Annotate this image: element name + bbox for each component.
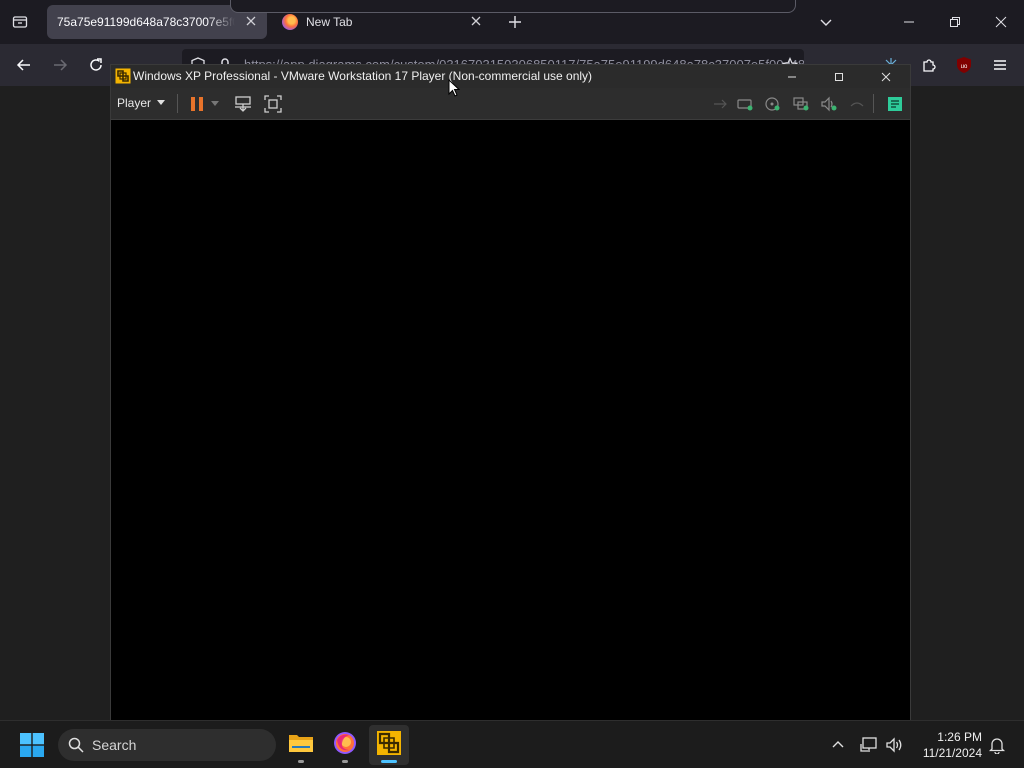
tab-list-icon[interactable] — [8, 10, 32, 34]
running-indicator — [381, 760, 397, 763]
volume-icon[interactable] — [882, 733, 906, 757]
taskbar-firefox[interactable] — [325, 725, 365, 765]
vmware-toolbar: Player — [111, 88, 910, 120]
minimize-icon[interactable] — [886, 0, 932, 44]
svg-text:uo: uo — [961, 64, 968, 70]
search-icon — [68, 737, 84, 753]
windows-taskbar: Search 1:26 PM 11/21/2024 — [0, 720, 1024, 768]
ublock-origin-icon[interactable]: uo — [952, 53, 976, 77]
notification-pill — [230, 0, 796, 13]
player-menu[interactable]: Player — [117, 96, 166, 110]
new-tab-button[interactable] — [503, 10, 527, 34]
message-log-icon[interactable] — [884, 93, 906, 115]
chevron-down-icon[interactable] — [814, 10, 838, 34]
forward-arrow-icon[interactable] — [48, 53, 72, 77]
running-indicator — [298, 760, 304, 763]
full-screen-icon[interactable] — [262, 93, 284, 115]
notification-bell-icon[interactable] — [985, 733, 1009, 757]
close-icon[interactable] — [978, 0, 1024, 44]
close-tab-icon[interactable] — [243, 13, 259, 29]
send-ctrl-alt-del-icon[interactable] — [232, 93, 254, 115]
taskbar-clock[interactable]: 1:26 PM 11/21/2024 — [910, 729, 982, 761]
vmware-logo-icon — [376, 730, 402, 761]
vmware-title-bar[interactable]: Windows XP Professional - VMware Worksta… — [111, 65, 910, 88]
chevron-up-icon[interactable] — [826, 733, 850, 757]
mouse-cursor-icon — [448, 78, 461, 102]
taskbar-vmware-player[interactable] — [369, 725, 409, 765]
vm-display[interactable] — [111, 120, 910, 720]
taskbar-search-box[interactable]: Search — [58, 729, 276, 761]
vmware-player-window: Windows XP Professional - VMware Worksta… — [110, 64, 911, 720]
network-adapter-icon[interactable] — [709, 93, 731, 115]
cd-dvd-icon[interactable] — [762, 93, 784, 115]
player-menu-label: Player — [117, 96, 152, 110]
hard-disk-icon[interactable] — [734, 93, 756, 115]
firefox-icon — [333, 731, 357, 760]
usb-device-icon[interactable] — [790, 93, 812, 115]
close-tab-icon[interactable] — [468, 13, 484, 29]
toolbar-divider — [873, 94, 874, 113]
network-icon[interactable] — [857, 733, 881, 757]
extensions-icon[interactable] — [917, 53, 941, 77]
running-indicator — [342, 760, 348, 763]
close-icon[interactable] — [863, 65, 909, 88]
window-title: Windows XP Professional - VMware Worksta… — [133, 69, 593, 83]
sound-card-icon[interactable] — [818, 93, 840, 115]
reload-icon[interactable] — [84, 53, 108, 77]
back-arrow-icon[interactable] — [12, 53, 36, 77]
hamburger-menu-icon[interactable] — [988, 53, 1012, 77]
caret-down-icon — [157, 100, 166, 105]
pause-icon[interactable] — [186, 93, 208, 115]
clock-date: 11/21/2024 — [922, 746, 982, 760]
windows-start-icon[interactable] — [20, 733, 44, 757]
display-settings-icon[interactable] — [846, 93, 868, 115]
firefox-icon — [282, 14, 298, 30]
file-explorer-icon — [288, 732, 314, 759]
tab-title: 75a75e91199d648a78c37007e5f00d48 — [57, 15, 235, 29]
taskbar-file-explorer[interactable] — [281, 725, 321, 765]
power-dropdown-icon[interactable] — [208, 93, 222, 115]
restore-icon[interactable] — [932, 0, 978, 44]
search-label: Search — [92, 737, 137, 753]
tab-title: New Tab — [306, 15, 353, 29]
vmware-logo-icon — [115, 68, 131, 84]
toolbar-divider — [177, 94, 178, 113]
clock-time: 1:26 PM — [937, 730, 982, 744]
maximize-icon[interactable] — [816, 65, 862, 88]
minimize-icon[interactable] — [769, 65, 815, 88]
